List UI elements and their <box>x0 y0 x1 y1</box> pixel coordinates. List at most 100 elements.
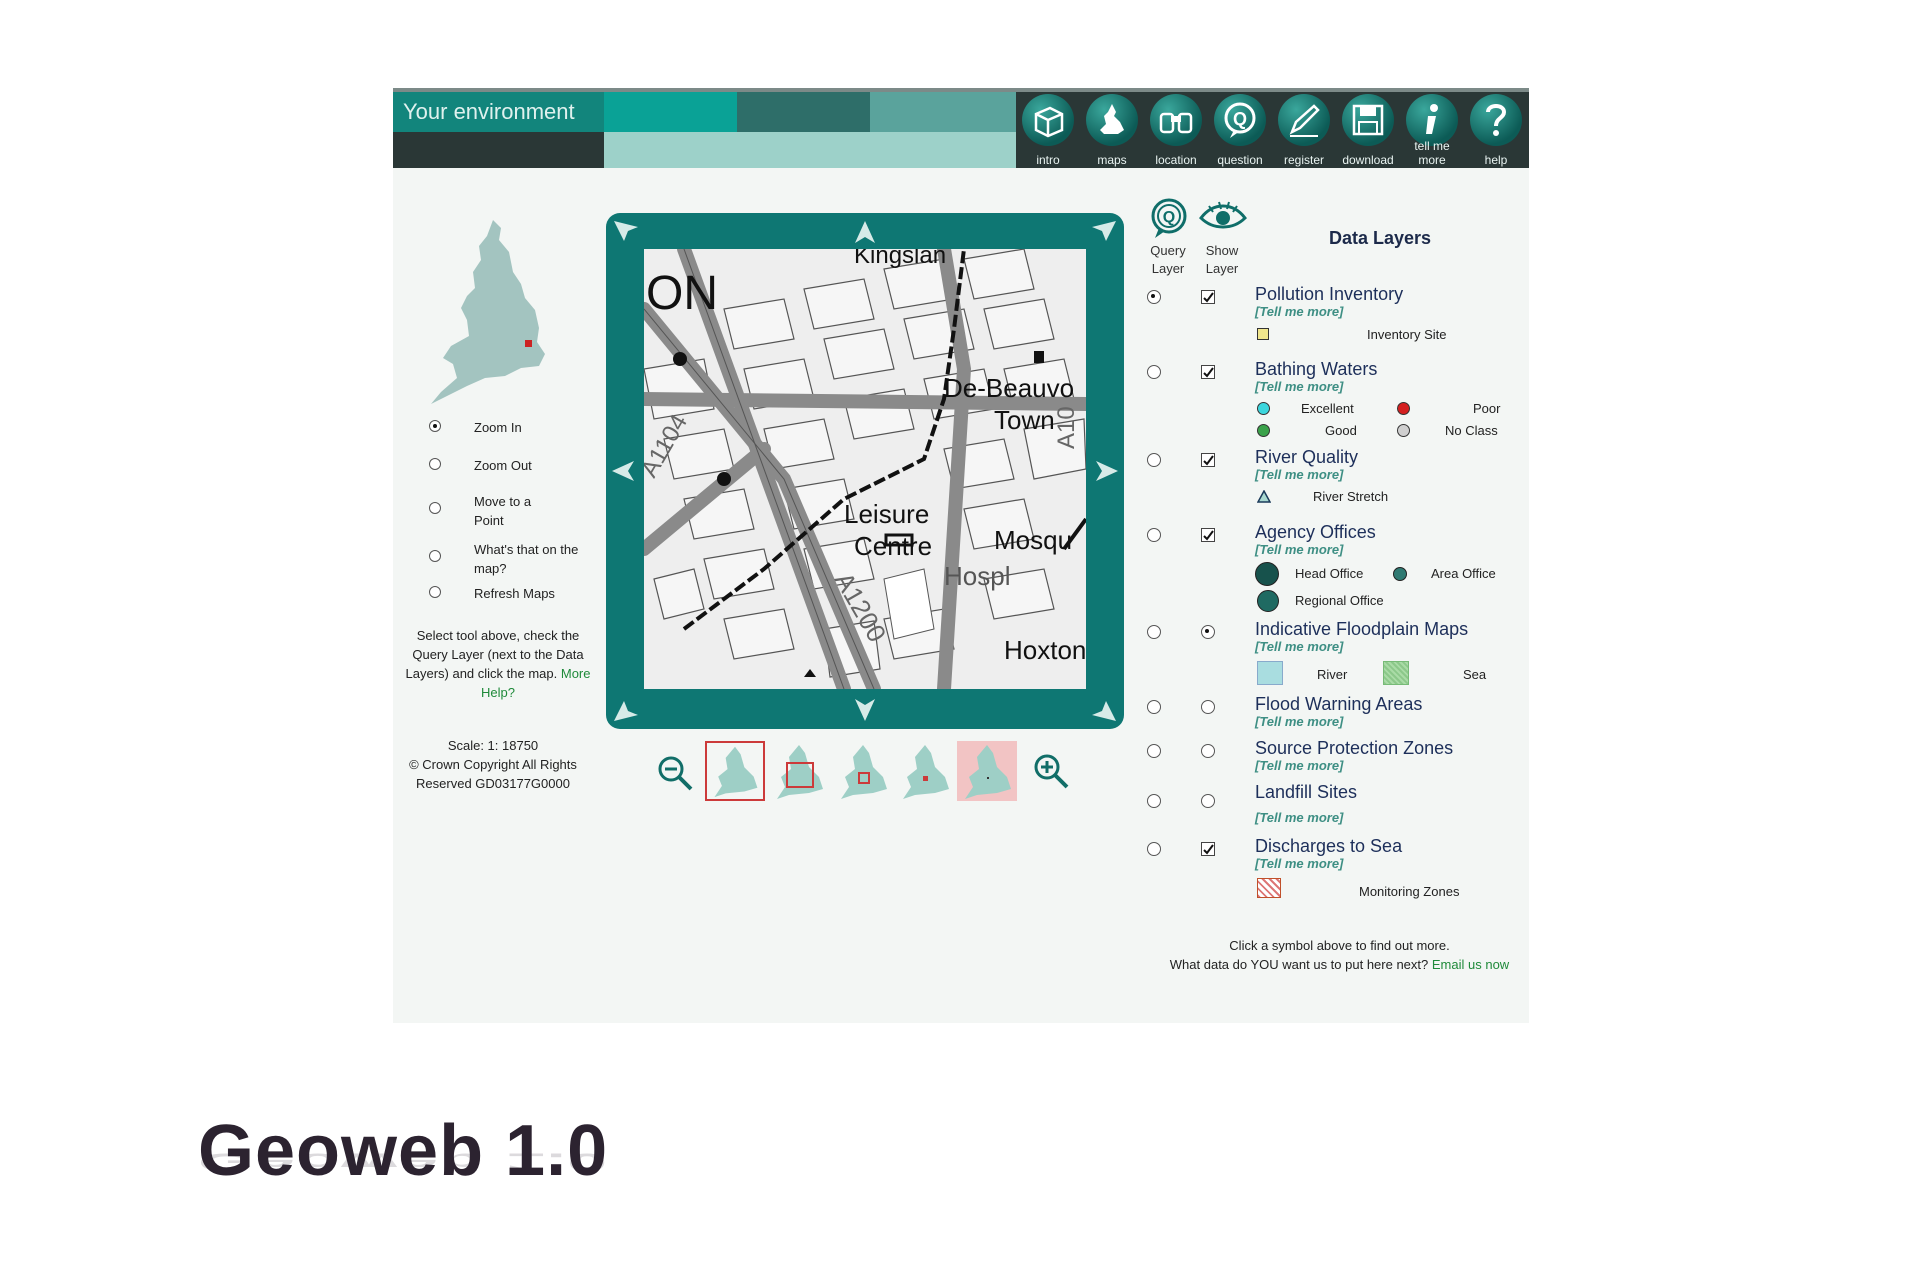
river-stretch-symbol[interactable] <box>1257 490 1271 503</box>
tool-radio[interactable] <box>429 458 441 470</box>
layer-name[interactable]: Source Protection Zones <box>1255 738 1453 759</box>
pan-north-arrow[interactable] <box>845 219 885 247</box>
layers-footer: Click a symbol above to find out more. W… <box>1147 936 1532 974</box>
query-radio[interactable] <box>1147 625 1161 639</box>
map-label: Hospl <box>944 561 1010 591</box>
tool-label: Move to a Point <box>474 494 532 528</box>
layer-name[interactable]: Bathing Waters <box>1255 359 1377 380</box>
query-radio[interactable] <box>1147 528 1161 542</box>
inventory-site-symbol[interactable] <box>1257 328 1269 340</box>
layer-name[interactable]: River Quality <box>1255 447 1358 468</box>
pan-southwest-arrow[interactable] <box>612 693 642 723</box>
query-radio[interactable] <box>1147 744 1161 758</box>
query-radio[interactable] <box>1147 700 1161 714</box>
zoom-level-5[interactable] <box>957 741 1017 801</box>
regional-office-symbol[interactable] <box>1257 590 1279 612</box>
show-checkbox[interactable] <box>1201 290 1215 304</box>
tell-me-more-link[interactable]: [Tell me more] <box>1255 304 1343 319</box>
zoom-level-1[interactable] <box>705 741 765 801</box>
show-radio[interactable] <box>1201 744 1215 758</box>
pan-south-arrow[interactable] <box>845 695 885 723</box>
tool-whats-that[interactable]: What's that on the map? <box>429 540 579 584</box>
email-us-link[interactable]: Email us now <box>1432 957 1509 972</box>
layer-name[interactable]: Pollution Inventory <box>1255 284 1403 305</box>
nav-intro[interactable]: intro <box>1016 92 1080 168</box>
tool-zoom-out[interactable]: Zoom Out <box>429 456 579 492</box>
tell-me-more-link[interactable]: [Tell me more] <box>1255 810 1343 825</box>
head-office-symbol[interactable] <box>1255 562 1279 586</box>
show-checkbox[interactable] <box>1201 453 1215 467</box>
layer-name[interactable]: Discharges to Sea <box>1255 836 1402 857</box>
layer-name[interactable]: Landfill Sites <box>1255 782 1357 803</box>
tool-radio[interactable] <box>429 420 441 432</box>
tell-me-more-link[interactable]: [Tell me more] <box>1255 542 1343 557</box>
zoom-level-3[interactable] <box>833 741 893 801</box>
tool-zoom-in[interactable]: Zoom In <box>429 418 579 456</box>
show-checkbox[interactable] <box>1201 528 1215 542</box>
legend-label: Sea <box>1463 667 1487 682</box>
show-radio[interactable] <box>1201 794 1215 808</box>
layer-name[interactable]: Indicative Floodplain Maps <box>1255 619 1468 640</box>
monitoring-zones-symbol[interactable] <box>1257 878 1281 898</box>
tell-me-more-link[interactable]: [Tell me more] <box>1255 467 1343 482</box>
tell-me-more-link[interactable]: [Tell me more] <box>1255 379 1343 394</box>
data-layers-title: Data Layers <box>1329 228 1432 248</box>
map-label: Leisure <box>844 499 929 529</box>
poor-symbol[interactable] <box>1397 402 1410 415</box>
nav-label: intro <box>1036 153 1060 167</box>
nav-register[interactable]: register <box>1272 92 1336 168</box>
nav-download[interactable]: download <box>1336 92 1400 168</box>
show-radio[interactable] <box>1201 700 1215 714</box>
tool-move-to-point[interactable]: Move to a Point <box>429 492 579 540</box>
query-radio[interactable] <box>1147 453 1161 467</box>
street-map-canvas[interactable]: ON De-Beauvo Town Leisure Centre Mosqu H… <box>644 249 1086 689</box>
scale-label: Scale: 1: 18750 <box>447 738 539 753</box>
legend-label: Excellent <box>1301 401 1354 416</box>
street-map[interactable]: ON De-Beauvo Town Leisure Centre Mosqu H… <box>644 249 1086 689</box>
river-flood-symbol[interactable] <box>1257 661 1283 685</box>
copyright-notice: © Crown Copyright All Rights Reserved GD… <box>409 757 577 791</box>
tell-me-more-link[interactable]: [Tell me more] <box>1255 714 1343 729</box>
nav-location[interactable]: location <box>1144 92 1208 168</box>
zoom-in-icon[interactable] <box>1031 751 1071 791</box>
show-checkbox[interactable] <box>1201 365 1215 379</box>
show-checkbox[interactable] <box>1201 842 1215 856</box>
query-radio[interactable] <box>1147 365 1161 379</box>
sea-flood-symbol[interactable] <box>1383 661 1409 685</box>
no-class-symbol[interactable] <box>1397 424 1410 437</box>
pan-east-arrow[interactable] <box>1092 451 1120 491</box>
zoom-out-icon[interactable] <box>655 753 695 793</box>
tool-refresh-maps[interactable]: Refresh Maps <box>429 584 579 614</box>
scale-copyright: Scale: 1: 18750 © Crown Copyright All Ri… <box>393 736 593 793</box>
pan-northwest-arrow[interactable] <box>612 219 642 249</box>
map-frame: ON De-Beauvo Town Leisure Centre Mosqu H… <box>606 213 1124 729</box>
england-overview-map[interactable] <box>421 218 561 413</box>
query-radio[interactable] <box>1147 794 1161 808</box>
tool-radio[interactable] <box>429 550 441 562</box>
good-symbol[interactable] <box>1257 424 1270 437</box>
nav-tell-me-more[interactable]: tell me more <box>1400 92 1464 168</box>
zoom-level-4[interactable] <box>895 741 955 801</box>
tell-me-more-link[interactable]: [Tell me more] <box>1255 856 1343 871</box>
query-radio[interactable] <box>1147 290 1161 304</box>
layer-name[interactable]: Flood Warning Areas <box>1255 694 1422 715</box>
area-office-symbol[interactable] <box>1393 567 1407 581</box>
tool-radio[interactable] <box>429 586 441 598</box>
show-radio[interactable] <box>1201 625 1215 639</box>
tell-me-more-link[interactable]: [Tell me more] <box>1255 639 1343 654</box>
pan-southeast-arrow[interactable] <box>1088 693 1118 723</box>
legend-label: Monitoring Zones <box>1359 884 1460 899</box>
nav-maps[interactable]: maps <box>1080 92 1144 168</box>
layer-river-quality: River Quality [Tell me more] River Stret… <box>1147 447 1527 509</box>
tell-me-more-link[interactable]: [Tell me more] <box>1255 758 1343 773</box>
tool-radio[interactable] <box>429 502 441 514</box>
excellent-symbol[interactable] <box>1257 402 1270 415</box>
layer-name[interactable]: Agency Offices <box>1255 522 1376 543</box>
query-radio[interactable] <box>1147 842 1161 856</box>
pan-northeast-arrow[interactable] <box>1088 219 1118 249</box>
pan-west-arrow[interactable] <box>610 451 638 491</box>
nav-help[interactable]: help <box>1464 92 1528 168</box>
zoom-level-2[interactable] <box>769 741 829 801</box>
show-layer-header: Show Layer <box>1205 243 1239 276</box>
nav-question[interactable]: Q question <box>1208 92 1272 168</box>
